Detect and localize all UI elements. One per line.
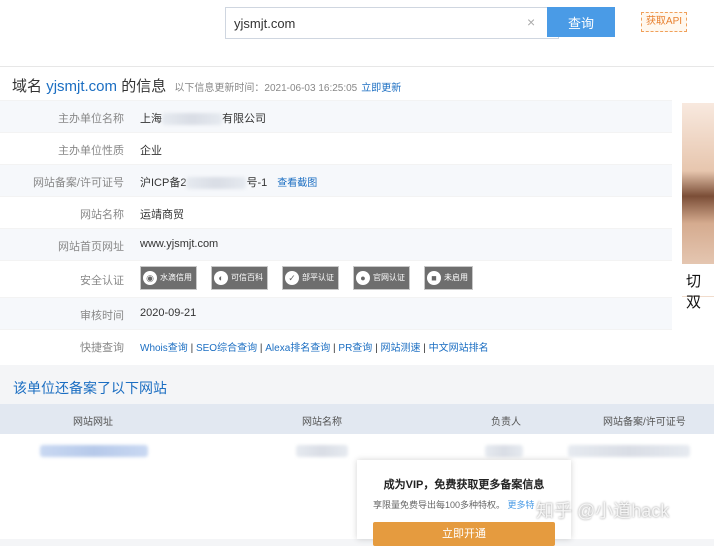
- redacted-license: [568, 445, 690, 457]
- lock-icon: ■: [427, 270, 441, 285]
- trust-icon: ◐: [214, 270, 228, 285]
- row-label: 网站名称: [80, 209, 124, 221]
- row-nature: 主办单位性质 企业: [0, 132, 672, 164]
- search-input[interactable]: [225, 7, 559, 39]
- update-time: 以下信息更新时间：2021-06-03 16:25:05: [174, 83, 358, 94]
- water-drop-icon: ◉: [143, 270, 157, 285]
- redacted-name: [296, 445, 348, 457]
- row-review-date: 审核时间 2020-09-21: [0, 297, 672, 329]
- badge-verified[interactable]: ✓ 部平认证: [282, 266, 339, 290]
- title-suffix: 的信息: [121, 78, 167, 95]
- row-company: 主办单位名称 上海 有限公司: [0, 100, 672, 132]
- row-value: www.yjsmjt.com: [140, 238, 219, 250]
- row-quick-links: 快捷查询 Whois查询 | SEO综合查询 | Alexa排名查询 | PR查…: [0, 329, 672, 361]
- table-row: [0, 442, 714, 460]
- info-title: 域名 yjsmjt.com 的信息 以下信息更新时间：2021-06-03 16…: [12, 75, 401, 96]
- badge-trusted-wiki[interactable]: ◐ 可信百科: [211, 266, 268, 290]
- redacted-owner: [485, 445, 523, 457]
- paw-icon: ●: [356, 270, 370, 285]
- seo-link[interactable]: SEO综合查询: [196, 343, 257, 354]
- quick-links: Whois查询 | SEO综合查询 | Alexa排名查询 | PR查询 | 网…: [140, 343, 489, 354]
- top-bar: × 查询 获取API: [0, 0, 714, 67]
- domain-info-card: 域名 yjsmjt.com 的信息 以下信息更新时间：2021-06-03 16…: [0, 67, 714, 365]
- row-label: 快捷查询: [80, 342, 124, 354]
- search-button[interactable]: 查询: [547, 7, 615, 37]
- speed-test-link[interactable]: 网站测速: [380, 343, 420, 354]
- whois-link[interactable]: Whois查询: [140, 343, 188, 354]
- clear-icon[interactable]: ×: [527, 14, 535, 30]
- watermark: 知乎 @小道hack: [536, 501, 670, 521]
- vip-open-button[interactable]: 立即开通: [373, 522, 555, 546]
- ad-caption: 切双: [682, 264, 714, 311]
- view-screenshot-link[interactable]: 查看截图: [277, 178, 317, 189]
- title-prefix: 域名: [12, 78, 43, 95]
- badge-not-enabled[interactable]: ■ 未启用: [424, 266, 473, 290]
- badge-water-drop[interactable]: ◉ 水滴信用: [140, 266, 197, 290]
- row-value: 企业: [140, 145, 162, 157]
- shield-icon: ✓: [285, 270, 299, 285]
- row-label: 审核时间: [80, 310, 124, 322]
- redacted-url[interactable]: [40, 445, 148, 457]
- info-table: 主办单位名称 上海 有限公司 主办单位性质 企业 网站备案/许可证号 沪ICP备2…: [0, 100, 672, 361]
- row-label: 网站首页网址: [58, 241, 124, 253]
- col-url: 网站网址: [73, 417, 113, 428]
- row-site-name: 网站名称 运靖商贸: [0, 196, 672, 228]
- row-label: 安全认证: [80, 275, 124, 287]
- row-license: 网站备案/许可证号 沪ICP备2 号-1 查看截图: [0, 164, 672, 196]
- col-license: 网站备案/许可证号: [603, 417, 686, 428]
- vip-title: 成为VIP，免费获取更多备案信息: [383, 479, 545, 491]
- update-now-link[interactable]: 立即更新: [361, 83, 401, 94]
- vip-subtitle: 享限量免费导出每100多种特权。 更多特: [373, 500, 535, 510]
- row-value: 2020-09-21: [140, 307, 197, 319]
- row-label: 网站备案/许可证号: [32, 177, 124, 189]
- row-label: 主办单位名称: [58, 113, 124, 125]
- section-title: 该单位还备案了以下网站: [13, 380, 167, 396]
- company-name-link[interactable]: 上海 有限公司: [140, 110, 266, 126]
- search-bar: × 查询: [225, 7, 615, 39]
- col-name: 网站名称: [302, 417, 342, 428]
- security-badges: ◉ 水滴信用 ◐ 可信百科 ✓ 部平认证 ● 官网认证 ■ 未启用: [140, 266, 487, 290]
- row-homepage: 网站首页网址 www.yjsmjt.com: [0, 228, 672, 260]
- badge-official[interactable]: ● 官网认证: [353, 266, 410, 290]
- sites-table-header: 网站网址 网站名称 负责人 网站备案/许可证号: [0, 404, 714, 434]
- title-domain: yjsmjt.com: [46, 78, 118, 95]
- row-value: 运靖商贸: [140, 209, 184, 221]
- pr-link[interactable]: PR查询: [338, 343, 372, 354]
- vip-more-link[interactable]: 更多特: [508, 500, 535, 510]
- redacted-text: [162, 113, 222, 126]
- redacted-text: [186, 177, 247, 190]
- cn-rank-link[interactable]: 中文网站排名: [429, 343, 489, 354]
- row-value: 沪ICP备2 号-1 查看截图: [140, 177, 318, 190]
- get-api-button[interactable]: 获取API: [641, 12, 687, 32]
- col-owner: 负责人: [491, 417, 521, 428]
- row-security: 安全认证 ◉ 水滴信用 ◐ 可信百科 ✓ 部平认证 ● 官网认证 ■ 未启用: [0, 260, 672, 297]
- alexa-link[interactable]: Alexa排名查询: [265, 343, 330, 354]
- row-label: 主办单位性质: [58, 145, 124, 157]
